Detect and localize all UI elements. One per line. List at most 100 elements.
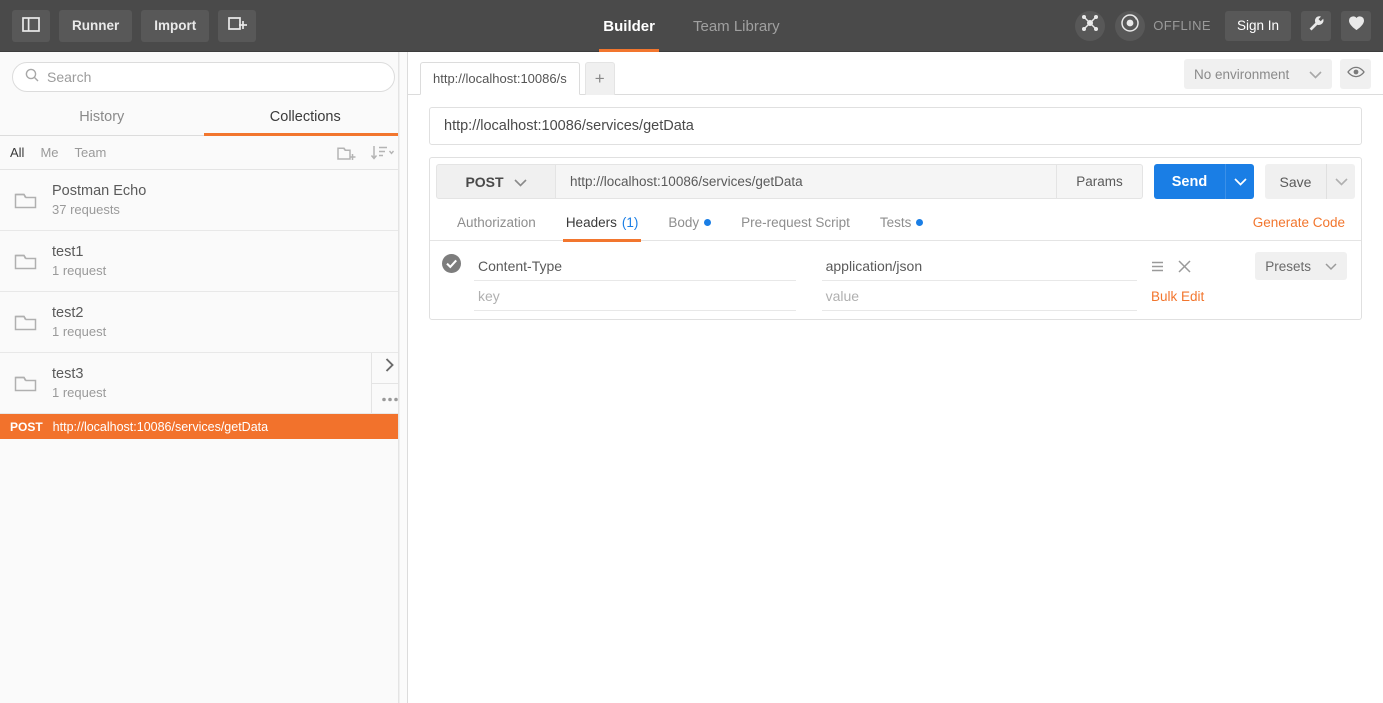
headers-table: Content-Type application/json Presets ke… xyxy=(430,241,1361,319)
runner-button[interactable]: Runner xyxy=(59,9,133,42)
subtab-tests[interactable]: Tests xyxy=(865,205,939,241)
header-enabled-checkbox[interactable] xyxy=(442,254,474,278)
tab-builder[interactable]: Builder xyxy=(599,0,659,52)
sign-in-label: Sign In xyxy=(1236,18,1279,33)
request-url-input[interactable]: http://localhost:10086/services/getData xyxy=(556,164,1057,199)
collection-filter-row: All Me Team xyxy=(0,136,407,170)
subtab-body-label: Body xyxy=(668,215,700,230)
chevron-right-icon xyxy=(385,358,394,377)
folder-icon xyxy=(14,312,38,332)
request-item-selected[interactable]: POST http://localhost:10086/services/get… xyxy=(0,414,407,439)
collection-name: Postman Echo xyxy=(52,183,147,199)
top-header: Runner Import Builder Team Library OFFLI… xyxy=(0,0,1383,52)
filter-team[interactable]: Team xyxy=(75,145,107,160)
offline-status-button[interactable] xyxy=(1115,10,1146,41)
subtab-pre-request-script[interactable]: Pre-request Script xyxy=(726,205,865,241)
request-tabbar: http://localhost:10086/s + No environmen… xyxy=(408,52,1383,95)
collection-name: test3 xyxy=(52,366,84,382)
sidebar-tab-history-label: History xyxy=(79,109,125,125)
add-request-tab-button[interactable]: + xyxy=(584,62,615,95)
params-button[interactable]: Params xyxy=(1057,164,1143,199)
folder-icon xyxy=(14,373,38,393)
sidebar-toggle-button[interactable] xyxy=(12,9,50,42)
top-header-left: Runner Import xyxy=(0,9,257,42)
chevron-down-icon xyxy=(513,174,527,190)
favorites-heart-button[interactable] xyxy=(1341,10,1371,41)
new-window-icon xyxy=(227,16,247,35)
subtab-authorization-label: Authorization xyxy=(457,215,536,230)
collection-item-test2[interactable]: test2 1 request xyxy=(0,292,407,353)
save-options-button[interactable] xyxy=(1326,164,1355,199)
new-tab-button[interactable] xyxy=(218,9,257,42)
generate-code-link[interactable]: Generate Code xyxy=(1253,215,1349,230)
sidebar-scrollbar-thumb[interactable] xyxy=(400,52,407,703)
search-box[interactable] xyxy=(12,62,395,92)
send-button[interactable]: Send xyxy=(1154,164,1225,199)
sidebar-tab-collections-label: Collections xyxy=(269,109,341,125)
presets-label: Presets xyxy=(1265,258,1311,274)
chevron-down-icon xyxy=(1325,259,1337,274)
request-tab-active[interactable]: http://localhost:10086/s xyxy=(420,62,580,95)
network-sync-button[interactable] xyxy=(1075,10,1106,41)
wrench-icon xyxy=(1308,15,1325,37)
header-row-empty: key value Bulk Edit xyxy=(430,281,1361,311)
collection-item-test1[interactable]: test1 1 request xyxy=(0,231,407,292)
sign-in-button[interactable]: Sign In xyxy=(1224,10,1291,41)
bulk-edit-link[interactable]: Bulk Edit xyxy=(1151,289,1204,304)
sidebar-search-wrap xyxy=(0,52,407,100)
postman-app: Runner Import Builder Team Library OFFLI… xyxy=(0,0,1383,703)
request-title-text: http://localhost:10086/services/getData xyxy=(444,118,694,134)
header-key-placeholder: key xyxy=(478,287,500,304)
folder-icon xyxy=(14,190,38,210)
send-options-button[interactable] xyxy=(1225,164,1254,199)
sidebar-tabs: History Collections xyxy=(0,100,407,136)
send-button-group: Send xyxy=(1154,164,1254,199)
header-value-input[interactable]: application/json xyxy=(821,251,1137,281)
import-button[interactable]: Import xyxy=(141,9,210,42)
collection-item-postman-echo[interactable]: Postman Echo 37 requests xyxy=(0,170,407,231)
offline-status-icon xyxy=(1120,13,1140,38)
filter-all[interactable]: All xyxy=(10,145,24,160)
new-collection-icon[interactable] xyxy=(337,144,357,161)
subtab-authorization[interactable]: Authorization xyxy=(442,205,551,241)
subtab-headers-count: (1) xyxy=(621,215,639,230)
bulk-edit-area: Bulk Edit xyxy=(1151,289,1221,304)
subtab-headers[interactable]: Headers (1) xyxy=(551,205,654,242)
request-url-label: http://localhost:10086/services/getData xyxy=(52,419,269,434)
header-key-input[interactable]: Content-Type xyxy=(474,251,796,281)
tab-team-library[interactable]: Team Library xyxy=(689,0,784,52)
network-sync-icon xyxy=(1081,14,1099,37)
tab-builder-label: Builder xyxy=(603,17,655,35)
reorder-icon[interactable] xyxy=(1151,261,1164,272)
collection-count: 37 requests xyxy=(52,202,120,217)
request-subtabs: Authorization Headers (1) Body Pre-reque… xyxy=(430,205,1361,242)
filter-me[interactable]: Me xyxy=(40,145,58,160)
offline-status-label: OFFLINE xyxy=(1153,18,1211,33)
environment-quick-look-button[interactable] xyxy=(1340,59,1371,89)
body-modified-dot-icon xyxy=(704,219,712,226)
header-value-input-empty[interactable]: value xyxy=(821,281,1137,311)
collection-item-test3[interactable]: test3 1 request xyxy=(0,353,407,414)
sidebar-tab-history[interactable]: History xyxy=(0,100,204,135)
app-body: History Collections All Me Team xyxy=(0,52,1383,703)
collection-item-text: test2 1 request xyxy=(52,305,106,339)
chevron-down-icon xyxy=(1233,173,1247,191)
sidebar-scrollbar[interactable] xyxy=(398,52,407,703)
save-button[interactable]: Save xyxy=(1265,164,1326,199)
subtab-body[interactable]: Body xyxy=(653,205,726,241)
header-key-input-empty[interactable]: key xyxy=(474,281,796,311)
presets-button[interactable]: Presets xyxy=(1255,252,1347,280)
request-url-value: http://localhost:10086/services/getData xyxy=(570,174,803,189)
more-options-icon xyxy=(381,389,399,407)
save-label: Save xyxy=(1279,173,1312,190)
headers-presets-area: Presets xyxy=(1221,252,1347,280)
sidebar-tab-collections[interactable]: Collections xyxy=(203,100,408,136)
sort-icon[interactable] xyxy=(371,145,395,161)
environment-selector[interactable]: No environment xyxy=(1184,59,1332,89)
settings-wrench-button[interactable] xyxy=(1301,10,1331,41)
sidebar-toggle-icon xyxy=(22,16,40,35)
search-input[interactable] xyxy=(47,69,382,85)
close-icon[interactable] xyxy=(1178,259,1191,273)
request-title-field[interactable]: http://localhost:10086/services/getData xyxy=(429,107,1362,145)
http-method-selector[interactable]: POST xyxy=(436,164,556,199)
